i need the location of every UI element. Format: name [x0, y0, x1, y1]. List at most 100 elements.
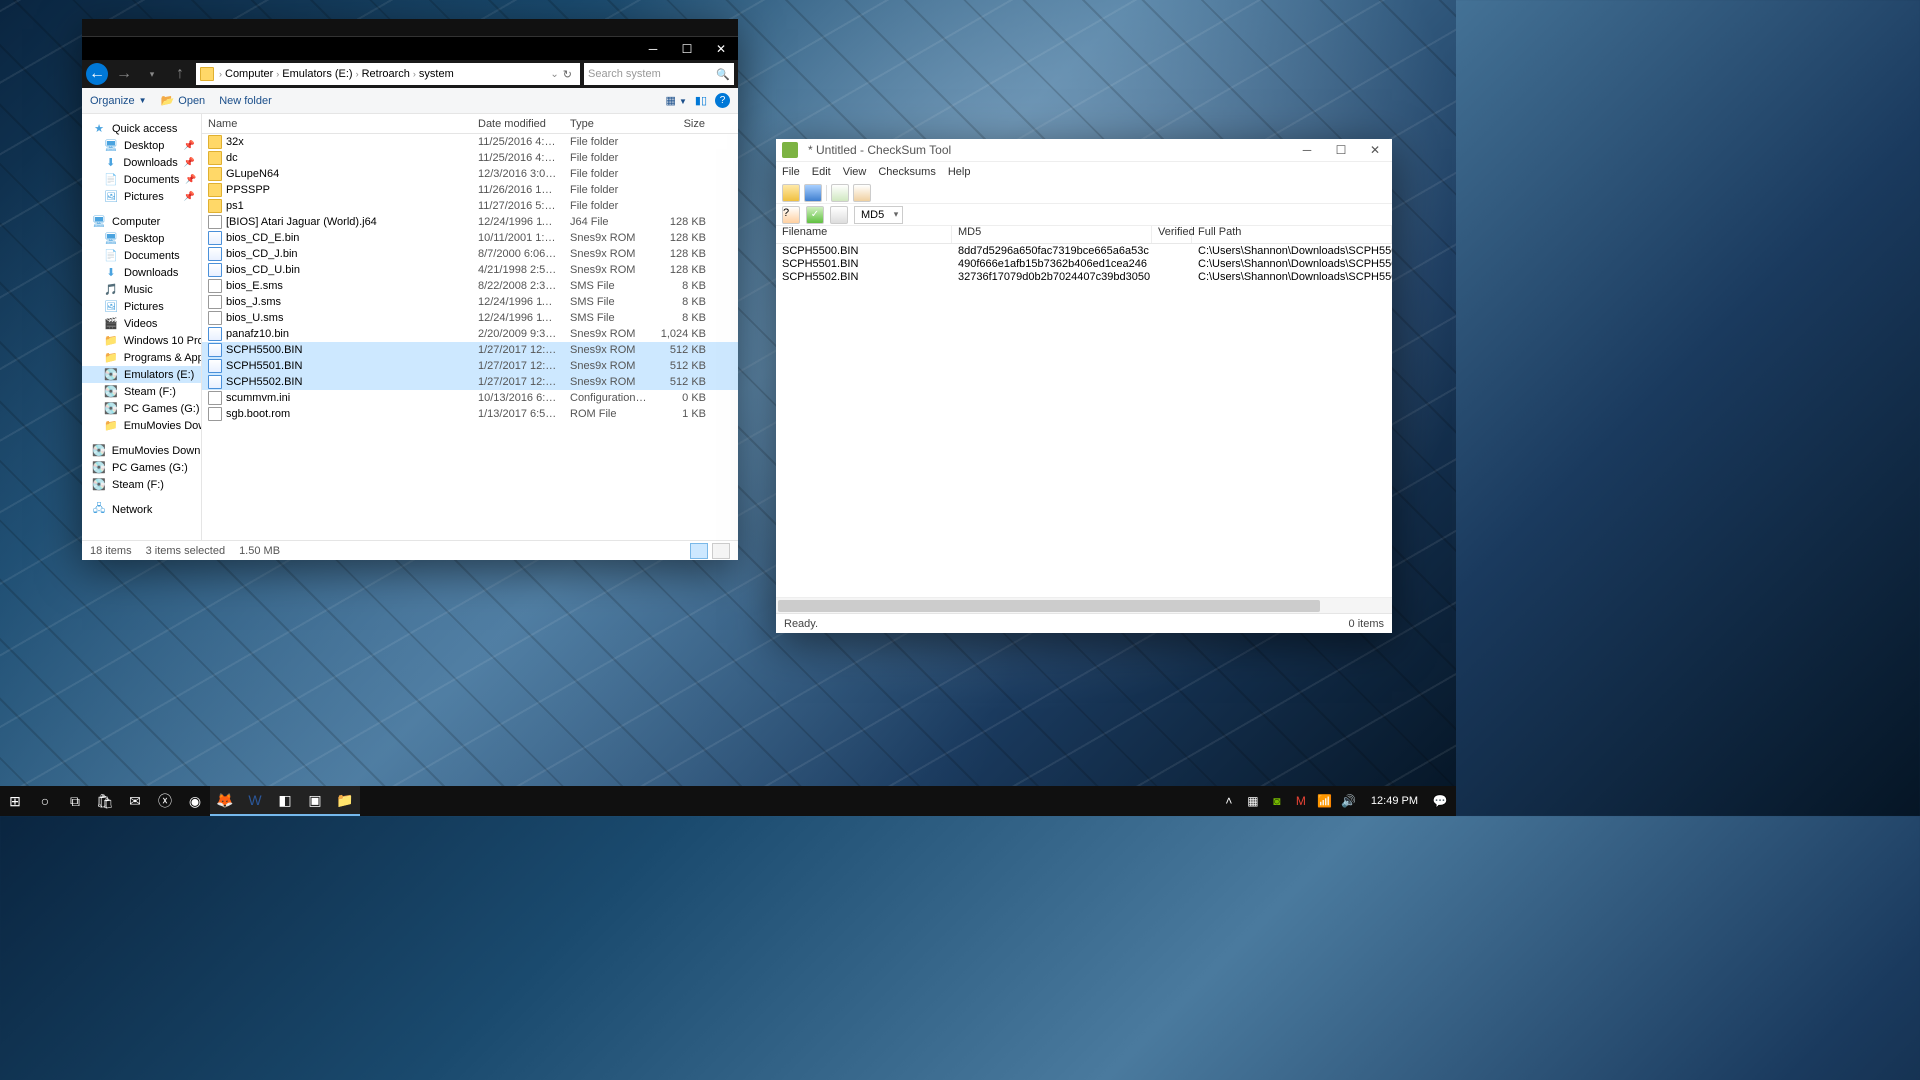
- action-center-icon[interactable]: 💬: [1432, 793, 1448, 809]
- tray-network-icon[interactable]: 📶: [1317, 793, 1333, 809]
- cortana-button[interactable]: ○: [30, 786, 60, 816]
- horizontal-scrollbar[interactable]: [776, 597, 1392, 613]
- col-fullpath[interactable]: Full Path: [1192, 226, 1392, 243]
- steam-icon[interactable]: ◉: [180, 786, 210, 816]
- file-row[interactable]: bios_E.sms 8/22/2008 2:30 AM SMS File 8 …: [202, 278, 738, 294]
- nav-computer-item[interactable]: 🎵Music: [82, 281, 201, 298]
- col-verified[interactable]: Verified: [1152, 226, 1192, 243]
- file-row[interactable]: SCPH5500.BIN 1/27/2017 12:39 PM Snes9x R…: [202, 342, 738, 358]
- col-date[interactable]: Date modified: [472, 118, 564, 130]
- algorithm-dropdown[interactable]: MD5: [854, 206, 903, 224]
- file-row[interactable]: bios_J.sms 12/24/1996 11:32 ... SMS File…: [202, 294, 738, 310]
- refresh-button[interactable]: ↻: [559, 68, 576, 81]
- close-button[interactable]: ✕: [1358, 139, 1392, 162]
- paste-button[interactable]: [853, 184, 871, 202]
- search-input[interactable]: Search system 🔍: [584, 63, 734, 85]
- navigation-pane[interactable]: ★Quick access 🖥Desktop📌⬇Downloads📌📄Docum…: [82, 114, 202, 540]
- file-row[interactable]: dc 11/25/2016 4:38 PM File folder: [202, 150, 738, 166]
- explorer-titlebar[interactable]: ─ ☐ ✕: [82, 37, 738, 60]
- file-row[interactable]: 32x 11/25/2016 4:38 PM File folder: [202, 134, 738, 150]
- file-row[interactable]: SCPH5502.BIN 1/27/2017 12:39 PM Snes9x R…: [202, 374, 738, 390]
- file-explorer-window[interactable]: ─ ☐ ✕ ← → ▾ ↑ › Computer › Emulators (E:…: [82, 19, 738, 560]
- system-tray[interactable]: ˄ ▦ ◙ M 📶 🔊 12:49 PM 💬: [1221, 793, 1456, 809]
- file-row[interactable]: SCPH5501.BIN 1/27/2017 12:39 PM Snes9x R…: [202, 358, 738, 374]
- view-options-button[interactable]: ▦ ▼: [666, 94, 687, 107]
- tray-app-icon[interactable]: ▦: [1245, 793, 1261, 809]
- nav-quick-item[interactable]: 📄Documents📌: [82, 171, 201, 188]
- checksum-row[interactable]: SCPH5502.BIN 32736f17079d0b2b7024407c39b…: [776, 270, 1392, 283]
- file-row[interactable]: GLupeN64 12/3/2016 3:00 AM File folder: [202, 166, 738, 182]
- icons-view-button[interactable]: [712, 543, 730, 559]
- nav-computer-item[interactable]: 💽Emulators (E:): [82, 366, 201, 383]
- nav-quick-item[interactable]: ⬇Downloads📌: [82, 154, 201, 171]
- app-icon[interactable]: ◧: [270, 786, 300, 816]
- file-list[interactable]: 32x 11/25/2016 4:38 PM File folder dc 11…: [202, 134, 738, 540]
- mail-icon[interactable]: ✉: [120, 786, 150, 816]
- col-name[interactable]: Name: [202, 118, 472, 130]
- nav-quick-item[interactable]: 🖥Desktop📌: [82, 137, 201, 154]
- recent-dropdown[interactable]: ▾: [140, 62, 164, 86]
- help-button[interactable]: ?: [715, 93, 730, 108]
- tray-gmail-icon[interactable]: M: [1293, 793, 1309, 809]
- minimize-button[interactable]: ─: [636, 37, 670, 60]
- nav-computer-item[interactable]: 🎬Videos: [82, 315, 201, 332]
- xbox-icon[interactable]: ⓧ: [150, 786, 180, 816]
- breadcrumb-segment[interactable]: system: [417, 68, 456, 80]
- file-row[interactable]: bios_CD_J.bin 8/7/2000 6:06 PM Snes9x RO…: [202, 246, 738, 262]
- maximize-button[interactable]: ☐: [1324, 139, 1358, 162]
- menu-view[interactable]: View: [843, 166, 867, 178]
- file-row[interactable]: scummvm.ini 10/13/2016 6:17 AM Configura…: [202, 390, 738, 406]
- word-icon[interactable]: W: [240, 786, 270, 816]
- file-row[interactable]: sgb.boot.rom 1/13/2017 6:54 PM ROM File …: [202, 406, 738, 422]
- verify-button[interactable]: ✓: [806, 206, 824, 224]
- nav-computer-item[interactable]: 📁EmuMovies Downlo: [82, 417, 201, 434]
- forward-button[interactable]: →: [112, 62, 136, 86]
- nav-quick-access[interactable]: ★Quick access: [82, 120, 201, 137]
- nav-computer-item[interactable]: 🖥Desktop: [82, 230, 201, 247]
- open-button[interactable]: 📂Open: [161, 94, 206, 107]
- checksum-taskbar-icon[interactable]: ▣: [300, 786, 330, 816]
- breadcrumb-segment[interactable]: Computer: [223, 68, 275, 80]
- firefox-icon[interactable]: 🦊: [210, 786, 240, 816]
- file-row[interactable]: ps1 11/27/2016 5:45 PM File folder: [202, 198, 738, 214]
- task-view-button[interactable]: ⧉: [60, 786, 90, 816]
- taskbar[interactable]: ⊞ ○ ⧉ 🛍 ✉ ⓧ ◉ 🦊 W ◧ ▣ 📁 ˄ ▦ ◙ M 📶 🔊 12:4…: [0, 786, 1456, 816]
- menu-checksums[interactable]: Checksums: [878, 166, 935, 178]
- file-columns-header[interactable]: Name Date modified Type Size: [202, 114, 738, 134]
- breadcrumb-segment[interactable]: Retroarch: [360, 68, 412, 80]
- col-md5[interactable]: MD5: [952, 226, 1152, 243]
- nav-network[interactable]: 🖧Network: [82, 501, 201, 518]
- nav-extra-item[interactable]: 💽EmuMovies Downloa: [82, 442, 201, 459]
- menu-help[interactable]: Help: [948, 166, 971, 178]
- up-button[interactable]: ↑: [168, 62, 192, 86]
- checksum-list[interactable]: SCPH5500.BIN 8dd7d5296a650fac7319bce665a…: [776, 244, 1392, 597]
- open-file-button[interactable]: [782, 184, 800, 202]
- minimize-button[interactable]: ─: [1290, 139, 1324, 162]
- checksum-tool-window[interactable]: * Untitled - CheckSum Tool ─ ☐ ✕ File Ed…: [776, 139, 1392, 633]
- nav-extra-item[interactable]: 💽Steam (F:): [82, 476, 201, 493]
- col-size[interactable]: Size: [654, 118, 712, 130]
- col-filename[interactable]: Filename: [776, 226, 952, 243]
- nav-computer-item[interactable]: 📁Windows 10 Pro 64-: [82, 332, 201, 349]
- nav-extra-item[interactable]: 💽PC Games (G:): [82, 459, 201, 476]
- taskbar-clock[interactable]: 12:49 PM: [1365, 795, 1424, 807]
- addr-dropdown-icon[interactable]: ⌄: [550, 69, 558, 80]
- menu-edit[interactable]: Edit: [812, 166, 831, 178]
- nav-computer-item[interactable]: 💽Steam (F:): [82, 383, 201, 400]
- calculate-button[interactable]: [830, 206, 848, 224]
- preview-pane-button[interactable]: ▮▯: [695, 94, 707, 107]
- tray-chevron-icon[interactable]: ˄: [1221, 793, 1237, 809]
- menu-file[interactable]: File: [782, 166, 800, 178]
- file-row[interactable]: PPSSPP 11/26/2016 12:27 ... File folder: [202, 182, 738, 198]
- tray-volume-icon[interactable]: 🔊: [1341, 793, 1357, 809]
- file-row[interactable]: [BIOS] Atari Jaguar (World).j64 12/24/19…: [202, 214, 738, 230]
- close-button[interactable]: ✕: [704, 37, 738, 60]
- checksum-row[interactable]: SCPH5500.BIN 8dd7d5296a650fac7319bce665a…: [776, 244, 1392, 257]
- file-row[interactable]: bios_U.sms 12/24/1996 11:32 ... SMS File…: [202, 310, 738, 326]
- copy-button[interactable]: [831, 184, 849, 202]
- checksum-titlebar[interactable]: * Untitled - CheckSum Tool ─ ☐ ✕: [776, 139, 1392, 162]
- nav-computer-item[interactable]: 🖼Pictures: [82, 298, 201, 315]
- maximize-button[interactable]: ☐: [670, 37, 704, 60]
- clear-button[interactable]: ?: [782, 206, 800, 224]
- nav-computer-item[interactable]: 📁Programs & Applica: [82, 349, 201, 366]
